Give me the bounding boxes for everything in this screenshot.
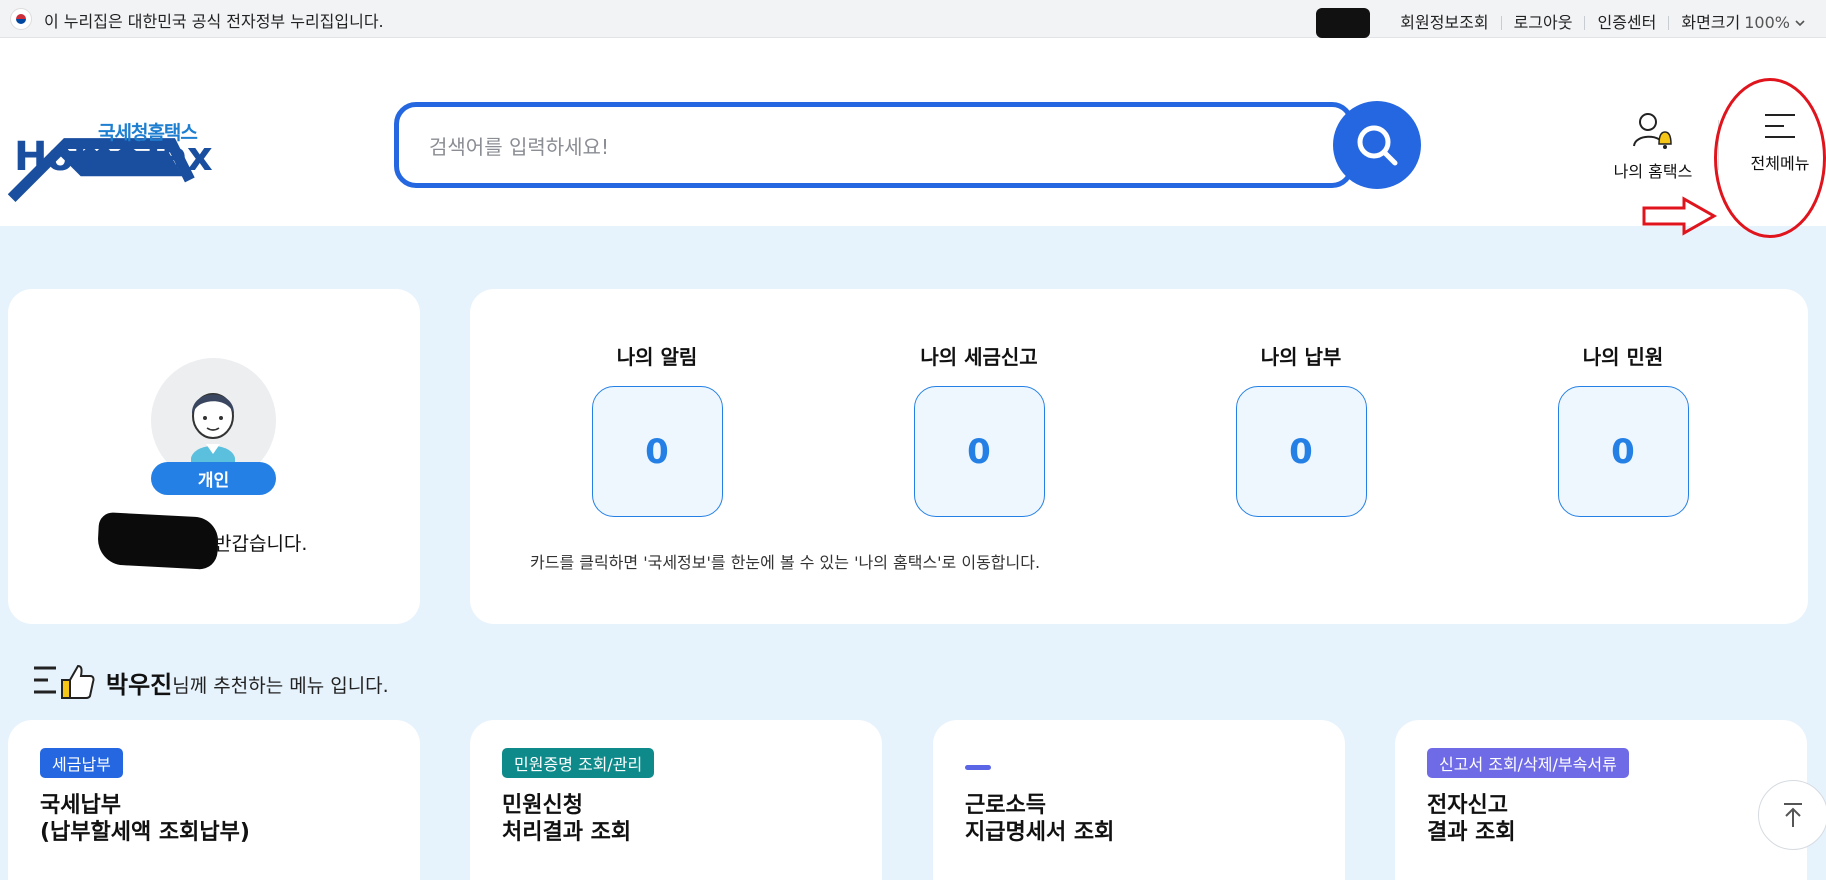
card-title-line1: 국세납부 bbox=[40, 793, 121, 818]
stat-payments[interactable]: 나의 납부 0 bbox=[1221, 341, 1381, 517]
card-title: 민원신청 처리결과 조회 bbox=[502, 792, 631, 846]
card-title: 전자신고 결과 조회 bbox=[1427, 792, 1516, 846]
recommend-user-name: 박우진 bbox=[106, 670, 173, 699]
zoom-label: 화면크기 bbox=[1681, 13, 1741, 32]
scroll-to-top-button[interactable] bbox=[1758, 780, 1826, 850]
stat-count[interactable]: 0 bbox=[913, 386, 1045, 517]
menu-thumbs-up-icon bbox=[34, 664, 95, 699]
search-input[interactable] bbox=[429, 129, 1289, 165]
card-hint-text: 카드를 클릭하면 '국세정보'를 한눈에 볼 수 있는 '나의 홈택스'로 이동… bbox=[530, 553, 1041, 572]
stat-title: 나의 납부 bbox=[1260, 345, 1342, 369]
gov-banner: 이 누리집은 대한민국 공식 전자정부 누리집입니다. 회원정보조회 로그아웃 … bbox=[0, 0, 1826, 38]
stat-notifications[interactable]: 나의 알림 0 bbox=[577, 341, 737, 517]
stat-title: 나의 민원 bbox=[1582, 345, 1664, 369]
cert-center-link[interactable]: 인증센터 bbox=[1584, 15, 1668, 31]
card-title-line1: 전자신고 bbox=[1427, 793, 1508, 818]
redacted-username bbox=[1316, 8, 1371, 38]
recommend-heading: 박우진 님께 추천하는 메뉴 입니다. bbox=[32, 664, 389, 700]
stat-title: 나의 세금신고 bbox=[920, 345, 1038, 369]
search-box bbox=[394, 102, 1354, 188]
category-tag-placeholder bbox=[965, 765, 991, 770]
recommend-card-e-filing[interactable]: 신고서 조회/삭제/부속서류 전자신고 결과 조회 bbox=[1395, 720, 1807, 880]
stat-title: 나의 알림 bbox=[616, 345, 698, 369]
utility-nav: 회원정보조회 로그아웃 인증센터 화면크기 100% bbox=[1316, 8, 1806, 38]
user-bell-icon bbox=[1633, 113, 1672, 149]
card-title: 근로소득 지급명세서 조회 bbox=[965, 792, 1114, 846]
card-title-line2: 결과 조회 bbox=[1427, 820, 1516, 845]
zoom-control[interactable]: 화면크기 100% bbox=[1668, 13, 1806, 32]
profile-card: 개인 반갑습니다. bbox=[8, 289, 420, 624]
redacted-name bbox=[96, 511, 220, 571]
summary-card: 나의 알림 0 나의 세금신고 0 나의 납부 0 나의 민원 0 카드를 클릭… bbox=[470, 289, 1808, 624]
recommend-card-tax-payment[interactable]: 세금납부 국세납부 (납부할세액 조회납부) bbox=[8, 720, 420, 880]
card-title-line1: 근로소득 bbox=[965, 793, 1046, 818]
card-title-line1: 민원신청 bbox=[502, 793, 583, 818]
stat-count[interactable]: 0 bbox=[1235, 386, 1367, 517]
card-title: 국세납부 (납부할세액 조회납부) bbox=[40, 792, 250, 846]
stat-tax-returns[interactable]: 나의 세금신고 0 bbox=[899, 341, 1059, 517]
stat-count[interactable]: 0 bbox=[1557, 386, 1689, 517]
stat-count[interactable]: 0 bbox=[591, 386, 723, 517]
card-title-line2: (납부할세액 조회납부) bbox=[40, 820, 250, 845]
annotation-arrow-icon bbox=[1642, 196, 1718, 236]
zoom-value: 100% bbox=[1744, 13, 1790, 32]
chevron-down-icon bbox=[1795, 20, 1805, 27]
search-icon bbox=[1357, 125, 1398, 166]
stat-civil-petitions[interactable]: 나의 민원 0 bbox=[1543, 341, 1703, 517]
member-info-link[interactable]: 회원정보조회 bbox=[1388, 15, 1500, 31]
annotation-circle bbox=[1714, 78, 1826, 238]
card-title-line2: 지급명세서 조회 bbox=[965, 820, 1115, 845]
greeting-text: 반갑습니다. bbox=[214, 533, 308, 555]
korea-flag-icon bbox=[10, 8, 32, 30]
user-type-badge: 개인 bbox=[151, 462, 276, 495]
category-tag: 민원증명 조회/관리 bbox=[502, 748, 655, 778]
category-tag: 세금납부 bbox=[40, 748, 123, 778]
my-hometax-button[interactable]: 나의 홈택스 bbox=[1608, 110, 1698, 182]
recommend-suffix: 님께 추천하는 메뉴 입니다. bbox=[172, 674, 389, 697]
arrow-up-icon bbox=[1784, 803, 1802, 827]
search-button[interactable] bbox=[1333, 101, 1421, 189]
logout-link[interactable]: 로그아웃 bbox=[1500, 15, 1585, 31]
gov-banner-text: 이 누리집은 대한민국 공식 전자정부 누리집입니다. bbox=[44, 12, 384, 31]
category-tag: 신고서 조회/삭제/부속서류 bbox=[1427, 748, 1629, 778]
my-hometax-label: 나의 홈택스 bbox=[1613, 162, 1693, 181]
recommend-card-earned-income[interactable]: 근로소득 지급명세서 조회 bbox=[933, 720, 1345, 880]
card-title-line2: 처리결과 조회 bbox=[502, 820, 632, 845]
recommend-card-petition[interactable]: 민원증명 조회/관리 민원신청 처리결과 조회 bbox=[470, 720, 882, 880]
logo-title: HomeTax bbox=[14, 134, 213, 180]
